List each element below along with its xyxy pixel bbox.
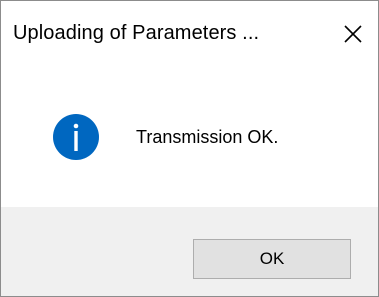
- window-title: Uploading of Parameters ...: [13, 22, 260, 44]
- button-bar: OK: [1, 207, 378, 296]
- close-button[interactable]: [327, 1, 378, 67]
- message-dialog: Uploading of Parameters ... Transmission…: [0, 0, 379, 297]
- dialog-content: Transmission OK.: [1, 67, 378, 207]
- close-icon: [343, 25, 362, 43]
- message-text: Transmission OK.: [136, 127, 279, 147]
- title-bar: Uploading of Parameters ...: [1, 1, 378, 67]
- info-icon: [53, 114, 99, 160]
- ok-button[interactable]: OK: [193, 239, 351, 279]
